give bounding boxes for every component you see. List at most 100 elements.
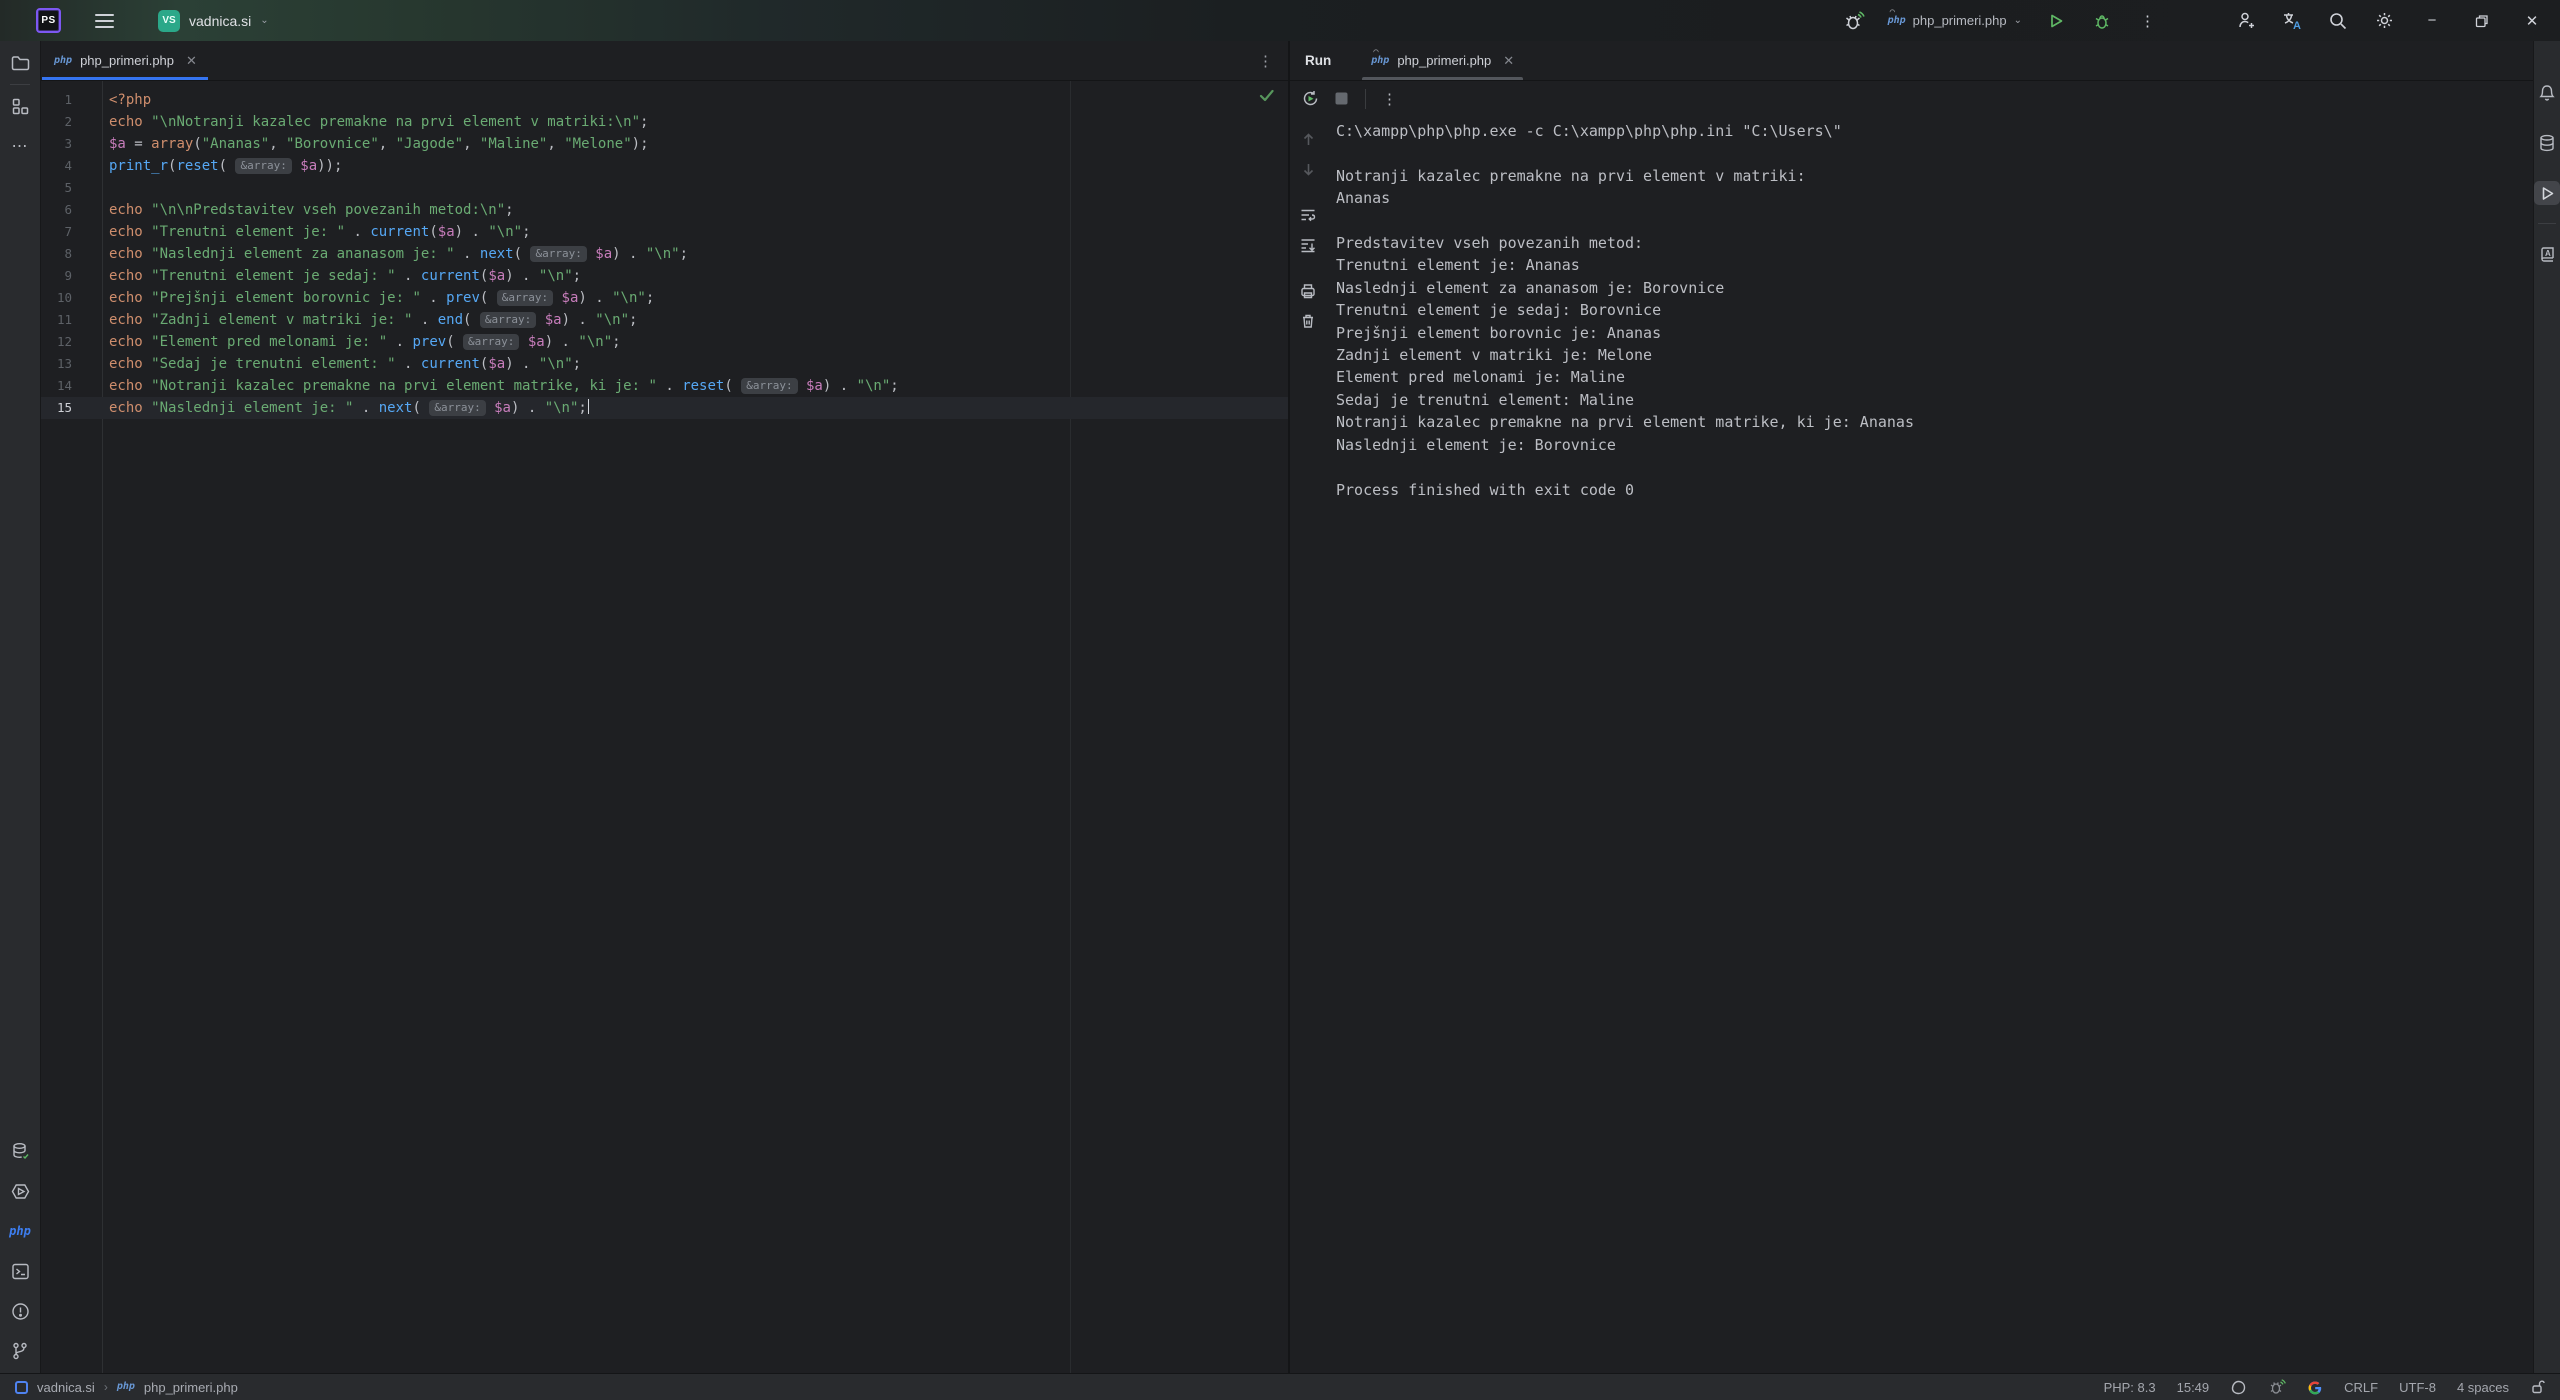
search-everywhere-icon[interactable] [2326, 9, 2350, 33]
run-tool-window-icon[interactable] [2534, 181, 2560, 205]
settings-gear-icon[interactable] [2372, 9, 2396, 33]
run-configuration-selector[interactable]: php php_primeri.php ⌄ [1888, 13, 2022, 28]
google-g-icon[interactable] [2307, 1379, 2323, 1395]
breadcrumb-file[interactable]: php_primeri.php [144, 1380, 238, 1395]
code-line[interactable]: 9echo "Trenutni element je sedaj: " . cu… [41, 265, 1288, 287]
line-number[interactable]: 15 [41, 397, 72, 419]
print-icon[interactable] [1297, 280, 1319, 302]
line-number[interactable]: 10 [41, 287, 72, 309]
project-widget[interactable]: VS vadnica.si ⌄ [158, 10, 269, 32]
code-with-me-icon[interactable] [2234, 9, 2258, 33]
next-occurrence-icon[interactable] [1297, 158, 1319, 180]
more-tool-windows-icon[interactable]: ⋯ [8, 134, 32, 158]
code-line[interactable]: 14echo "Notranji kazalec premakne na prv… [41, 375, 1288, 397]
code-text[interactable]: echo "Naslednji element za ananasom je: … [72, 243, 688, 265]
line-number[interactable]: 6 [41, 199, 72, 221]
line-number[interactable]: 11 [41, 309, 72, 331]
git-tool-icon[interactable] [8, 1339, 32, 1363]
stop-button[interactable] [1330, 88, 1352, 110]
run-button[interactable] [2044, 9, 2068, 33]
database-tool-icon-right[interactable] [2534, 131, 2560, 155]
structure-tool-icon[interactable] [8, 94, 32, 118]
code-line[interactable]: 5 [41, 177, 1288, 199]
code-line[interactable]: 6echo "\n\nPredstavitev vseh povezanih m… [41, 199, 1288, 221]
code-text[interactable]: $a = array("Ananas", "Borovnice", "Jagod… [72, 133, 649, 155]
code-line[interactable]: 8echo "Naslednji element za ananasom je:… [41, 243, 1288, 265]
line-number[interactable]: 9 [41, 265, 72, 287]
soft-wrap-icon[interactable] [1297, 204, 1319, 226]
line-number[interactable]: 4 [41, 155, 72, 177]
code-line[interactable]: 2echo "\nNotranji kazalec premakne na pr… [41, 111, 1288, 133]
documentation-tool-icon[interactable]: A [2534, 242, 2560, 266]
main-menu-button[interactable] [95, 14, 114, 28]
code-text[interactable]: echo "Naslednji element je: " . next( &a… [72, 397, 589, 419]
parameter-hint-inlay[interactable]: &array: [741, 378, 797, 394]
editor-tab-options-icon[interactable]: ⋮ [1258, 52, 1274, 70]
close-run-tab-icon[interactable]: ✕ [1499, 53, 1514, 69]
maximize-button[interactable] [2468, 14, 2496, 28]
console-output[interactable]: C:\xampp\php\php.exe -c C:\xampp\php\php… [1326, 116, 2533, 1373]
run-window-title[interactable]: Run [1305, 53, 1331, 68]
code-text[interactable]: echo "Sedaj je trenutni element: " . cur… [72, 353, 581, 375]
code-line[interactable]: 4print_r(reset( &array: $a)); [41, 155, 1288, 177]
scroll-to-end-icon[interactable] [1297, 234, 1319, 256]
code-text[interactable]: echo "Element pred melonami je: " . prev… [72, 331, 621, 353]
parameter-hint-inlay[interactable]: &array: [463, 334, 519, 350]
line-number[interactable]: 5 [41, 177, 72, 199]
code-text[interactable] [72, 177, 109, 199]
xdebug-status-icon[interactable] [2268, 1378, 2286, 1396]
close-button[interactable]: ✕ [2518, 12, 2546, 30]
terminal-tool-icon[interactable] [8, 1259, 32, 1283]
code-text[interactable]: print_r(reset( &array: $a)); [72, 155, 342, 177]
xdebug-listen-icon[interactable] [1842, 9, 1866, 33]
php-run-tool-icon[interactable]: php [8, 1219, 32, 1243]
code-line[interactable]: 15echo "Naslednji element je: " . next( … [41, 397, 1288, 419]
run-options-kebab-icon[interactable]: ⋮ [1379, 88, 1401, 110]
line-number[interactable]: 13 [41, 353, 72, 375]
code-editor[interactable]: 1<?php2echo "\nNotranji kazalec premakne… [41, 81, 1288, 1373]
indent-widget[interactable]: 4 spaces [2457, 1380, 2509, 1395]
code-line[interactable]: 11echo "Zadnji element v matriki je: " .… [41, 309, 1288, 331]
line-number[interactable]: 1 [41, 89, 72, 111]
more-actions-button[interactable]: ⋮ [2136, 9, 2160, 33]
code-line[interactable]: 13echo "Sedaj je trenutni element: " . c… [41, 353, 1288, 375]
run-tab-php-primeri[interactable]: php php_primeri.php ✕ [1361, 41, 1524, 80]
line-number[interactable]: 2 [41, 111, 72, 133]
debug-button[interactable] [2090, 9, 2114, 33]
code-line[interactable]: 3$a = array("Ananas", "Borovnice", "Jago… [41, 133, 1288, 155]
code-line[interactable]: 7echo "Trenutni element je: " . current(… [41, 221, 1288, 243]
close-tab-icon[interactable]: ✕ [182, 53, 197, 69]
line-number[interactable]: 7 [41, 221, 72, 243]
prev-occurrence-icon[interactable] [1297, 128, 1319, 150]
code-text[interactable]: echo "Trenutni element je: " . current($… [72, 221, 531, 243]
database-tool-icon[interactable] [8, 1139, 32, 1163]
code-text[interactable]: <?php [72, 89, 151, 111]
minimize-button[interactable]: − [2418, 12, 2446, 29]
code-line[interactable]: 1<?php [41, 89, 1288, 111]
code-text[interactable]: echo "Notranji kazalec premakne na prvi … [72, 375, 899, 397]
parameter-hint-inlay[interactable]: &array: [480, 312, 536, 328]
code-text[interactable]: echo "Zadnji element v matriki je: " . e… [72, 309, 637, 331]
parameter-hint-inlay[interactable]: &array: [497, 290, 553, 306]
php-version-widget[interactable]: PHP: 8.3 [2104, 1380, 2156, 1395]
line-ending-widget[interactable]: CRLF [2344, 1380, 2378, 1395]
caret-position-widget[interactable]: 15:49 [2177, 1380, 2210, 1395]
translate-icon[interactable]: A [2280, 9, 2304, 33]
line-number[interactable]: 14 [41, 375, 72, 397]
parameter-hint-inlay[interactable]: &array: [429, 400, 485, 416]
code-text[interactable]: echo "\nNotranji kazalec premakne na prv… [72, 111, 648, 133]
clear-console-icon[interactable] [1297, 310, 1319, 332]
code-line[interactable]: 10echo "Prejšnji element borovnic je: " … [41, 287, 1288, 309]
status-blob-icon[interactable] [2230, 1379, 2247, 1396]
code-text[interactable]: echo "\n\nPredstavitev vseh povezanih me… [72, 199, 514, 221]
code-text[interactable]: echo "Prejšnji element borovnic je: " . … [72, 287, 654, 309]
line-number[interactable]: 12 [41, 331, 72, 353]
problems-tool-icon[interactable] [8, 1299, 32, 1323]
code-line[interactable]: 12echo "Element pred melonami je: " . pr… [41, 331, 1288, 353]
notifications-bell-icon[interactable] [2534, 81, 2560, 105]
line-number[interactable]: 3 [41, 133, 72, 155]
line-number[interactable]: 8 [41, 243, 72, 265]
editor-tab-php-primeri[interactable]: php php_primeri.php ✕ [41, 41, 209, 80]
project-tool-icon[interactable] [8, 51, 32, 75]
rerun-button[interactable] [1299, 88, 1321, 110]
